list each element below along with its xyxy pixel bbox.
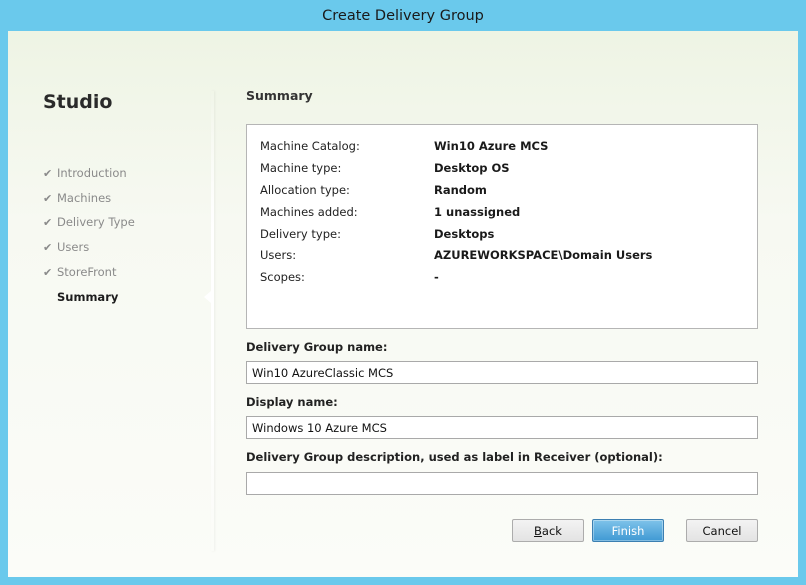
step-label: Summary bbox=[57, 290, 119, 304]
cancel-label: Cancel bbox=[702, 523, 742, 538]
summary-row: Allocation type: Random bbox=[260, 183, 487, 199]
step-machines: ✔ Machines bbox=[43, 189, 111, 207]
summary-key: Scopes: bbox=[260, 270, 305, 284]
summary-key: Machines added: bbox=[260, 205, 358, 219]
checkmark-icon: ✔ bbox=[43, 191, 53, 205]
window-titlebar: Create Delivery Group bbox=[0, 0, 806, 31]
step-introduction: ✔ Introduction bbox=[43, 164, 127, 182]
sidebar-divider bbox=[211, 91, 214, 551]
summary-key: Users: bbox=[260, 248, 297, 262]
description-label: Delivery Group description, used as labe… bbox=[246, 450, 663, 464]
wizard-client-area: Studio ✔ Introduction ✔ Machines ✔ Deliv… bbox=[8, 31, 798, 577]
group-name-input[interactable] bbox=[246, 361, 758, 384]
summary-row: Delivery type: Desktops bbox=[260, 227, 494, 243]
checkmark-icon: ✔ bbox=[43, 240, 53, 254]
summary-value: 1 unassigned bbox=[434, 205, 521, 219]
back-button[interactable]: Back bbox=[512, 519, 584, 542]
checkmark-icon: ✔ bbox=[43, 215, 53, 229]
step-label: StoreFront bbox=[57, 265, 117, 279]
summary-key: Machine Catalog: bbox=[260, 139, 360, 153]
page-title: Summary bbox=[246, 88, 313, 103]
step-label: Machines bbox=[57, 191, 112, 205]
display-name-label: Display name: bbox=[246, 395, 338, 409]
wizard-sidebar: Studio ✔ Introduction ✔ Machines ✔ Deliv… bbox=[8, 31, 211, 577]
summary-value: Random bbox=[434, 183, 487, 197]
window-title: Create Delivery Group bbox=[322, 7, 484, 24]
checkmark-icon: ✔ bbox=[43, 265, 53, 279]
summary-value: Desktops bbox=[434, 227, 495, 241]
summary-key: Machine type: bbox=[260, 161, 342, 175]
summary-value: AZUREWORKSPACE\Domain Users bbox=[434, 248, 653, 262]
summary-key: Delivery type: bbox=[260, 227, 341, 241]
active-step-pointer bbox=[204, 291, 211, 303]
step-summary: Summary bbox=[43, 288, 118, 306]
finish-button[interactable]: Finish bbox=[592, 519, 664, 542]
checkmark-icon: ✔ bbox=[43, 166, 53, 180]
display-name-input[interactable] bbox=[246, 416, 758, 439]
summary-key: Allocation type: bbox=[260, 183, 350, 197]
summary-row: Users: AZUREWORKSPACE\Domain Users bbox=[260, 248, 652, 264]
back-mnemonic: B bbox=[534, 523, 542, 538]
summary-value: Desktop OS bbox=[434, 161, 510, 175]
finish-label: Finish bbox=[611, 523, 645, 538]
wizard-content: Summary Machine Catalog: Win10 Azure MCS… bbox=[246, 31, 766, 577]
step-storefront: ✔ StoreFront bbox=[43, 263, 116, 281]
summary-row: Scopes: - bbox=[260, 270, 439, 286]
summary-value: - bbox=[434, 270, 439, 284]
summary-row: Machine Catalog: Win10 Azure MCS bbox=[260, 139, 548, 155]
step-label: Introduction bbox=[57, 166, 127, 180]
cancel-button[interactable]: Cancel bbox=[686, 519, 758, 542]
group-name-label: Delivery Group name: bbox=[246, 340, 388, 354]
step-label: Users bbox=[57, 240, 90, 254]
summary-row: Machine type: Desktop OS bbox=[260, 161, 510, 177]
summary-panel: Machine Catalog: Win10 Azure MCS Machine… bbox=[246, 124, 758, 329]
summary-value: Win10 Azure MCS bbox=[434, 139, 549, 153]
description-input[interactable] bbox=[246, 472, 758, 495]
step-label: Delivery Type bbox=[57, 215, 135, 229]
back-label-rest: ack bbox=[541, 523, 562, 538]
step-delivery-type: ✔ Delivery Type bbox=[43, 213, 135, 231]
step-users: ✔ Users bbox=[43, 238, 89, 256]
summary-row: Machines added: 1 unassigned bbox=[260, 205, 520, 221]
app-name: Studio bbox=[43, 91, 113, 113]
